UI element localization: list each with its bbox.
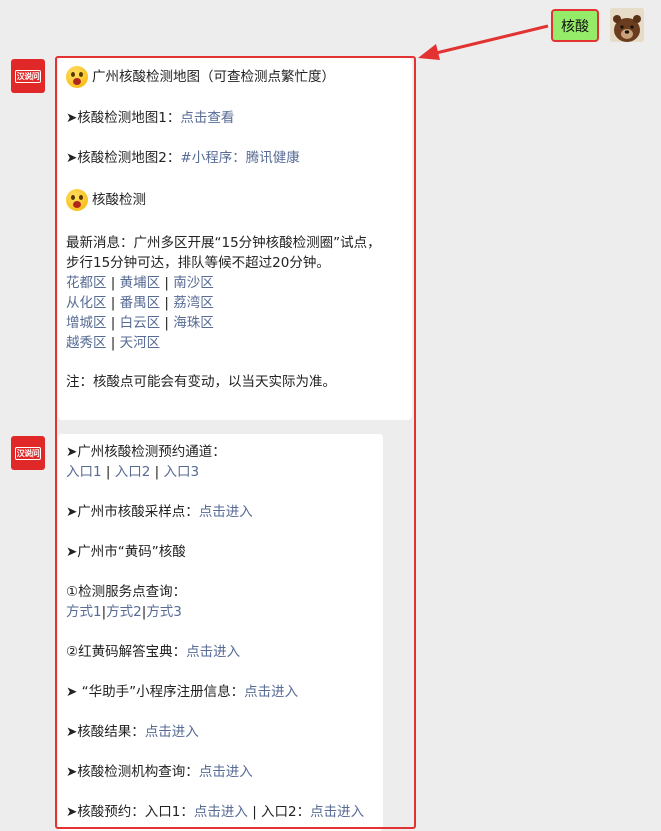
district-link[interactable]: 番禺区 [120,295,161,311]
news-line-1: 最新消息：广州多区开展“15分钟核酸检测圈”试点， [66,235,381,251]
map2-label: ➤核酸检测地图2： [66,150,181,166]
district-link[interactable]: 南沙区 [173,275,214,291]
faq-row: ②红黄码解答宝典：点击进入 [66,642,240,662]
user-avatar[interactable] [610,8,644,42]
msg-title-row: 广州核酸检测地图（可查检测点繁忙度） [66,66,335,88]
section2-title: 核酸检测 [92,192,146,208]
district-row: 增城区 | 白云区 | 海珠区 [66,315,214,331]
emoji-surprised-icon [66,66,88,88]
entry-link[interactable]: 入口3 [163,464,199,480]
bot-avatar[interactable]: 汉说问 [11,436,45,470]
booking-label: ➤广州核酸检测预约通道： [66,444,226,460]
result-link[interactable]: 点击进入 [145,724,199,740]
map1-row: ➤核酸检测地图1：点击查看 [66,108,234,128]
method-link[interactable]: 方式3 [146,604,182,620]
method-link[interactable]: 方式1 [66,604,102,620]
user-message-bubble[interactable]: 核酸 [551,9,599,42]
bot-avatar[interactable]: 汉说问 [11,59,45,93]
reserve-row: ➤核酸预约：入口1：点击进入 | 入口2：点击进入 [66,802,364,822]
result-row: ➤核酸结果：点击进入 [66,722,199,742]
faq-link[interactable]: 点击进入 [186,644,240,660]
entry-link[interactable]: 入口2 [115,464,151,480]
service-label: ①检测服务点查询： [66,584,187,600]
district-link[interactable]: 天河区 [120,335,161,351]
district-row: 越秀区 | 天河区 [66,335,161,351]
sampling-link[interactable]: 点击进入 [199,504,253,520]
helper-row: ➤ “华助手”小程序注册信息：点击进入 [66,682,298,702]
emoji-surprised-icon [66,189,88,211]
district-link[interactable]: 白云区 [120,315,161,331]
district-link[interactable]: 从化区 [66,295,107,311]
district-link[interactable]: 越秀区 [66,335,107,351]
user-message-text: 核酸 [561,18,589,35]
reserve-link-1[interactable]: 点击进入 [194,804,248,820]
map2-link[interactable]: #小程序：腾讯健康 [180,150,299,166]
news-line-2: 步行15分钟可达，排队等候不超过20分钟。 [66,255,330,271]
entries-row: 入口1 | 入口2 | 入口3 [66,464,200,480]
district-link[interactable]: 荔湾区 [173,295,214,311]
district-link[interactable]: 黄埔区 [120,275,161,291]
sampling-row: ➤广州市核酸采样点：点击进入 [66,502,253,522]
district-link[interactable]: 增城区 [66,315,107,331]
method-link[interactable]: 方式2 [106,604,142,620]
reserve-mid: | 入口2： [247,804,311,820]
yellow-code-title: ➤广州市“黄码”核酸 [66,544,186,560]
reserve-label: ➤核酸预约：入口1： [66,804,194,820]
note-text: 注：核酸点可能会有变动，以当天实际为准。 [66,374,336,390]
district-row: 花都区 | 黄埔区 | 南沙区 [66,275,214,291]
bot-message-bubble: 广州核酸检测地图（可查检测点繁忙度） ➤核酸检测地图1：点击查看 ➤核酸检测地图… [58,58,412,420]
helper-link[interactable]: 点击进入 [244,684,298,700]
bot-message-bubble: ➤广州核酸检测预约通道： 入口1 | 入口2 | 入口3 ➤广州市核酸采样点：点… [58,434,383,831]
helper-label: ➤ “华助手”小程序注册信息： [66,684,245,700]
reserve-link-2[interactable]: 点击进入 [310,804,364,820]
faq-label: ②红黄码解答宝典： [66,644,187,660]
bear-avatar-icon [610,8,644,42]
map1-label: ➤核酸检测地图1： [66,110,181,126]
sampling-label: ➤广州市核酸采样点： [66,504,199,520]
methods-row: 方式1|方式2|方式3 [66,604,182,620]
district-row: 从化区 | 番禺区 | 荔湾区 [66,295,214,311]
org-label: ➤核酸检测机构查询： [66,764,199,780]
entry-link[interactable]: 入口1 [66,464,102,480]
map1-link[interactable]: 点击查看 [180,110,234,126]
district-link[interactable]: 花都区 [66,275,107,291]
org-row: ➤核酸检测机构查询：点击进入 [66,762,253,782]
map2-row: ➤核酸检测地图2：#小程序：腾讯健康 [66,148,300,168]
section2-title-row: 核酸检测 [66,189,146,211]
red-arrow-icon [418,24,549,60]
result-label: ➤核酸结果： [66,724,145,740]
bot-avatar-label: 汉说问 [14,446,42,460]
msg-title: 广州核酸检测地图（可查检测点繁忙度） [92,69,335,85]
bot-avatar-label: 汉说问 [14,69,42,83]
district-link[interactable]: 海珠区 [173,315,214,331]
org-link[interactable]: 点击进入 [199,764,253,780]
